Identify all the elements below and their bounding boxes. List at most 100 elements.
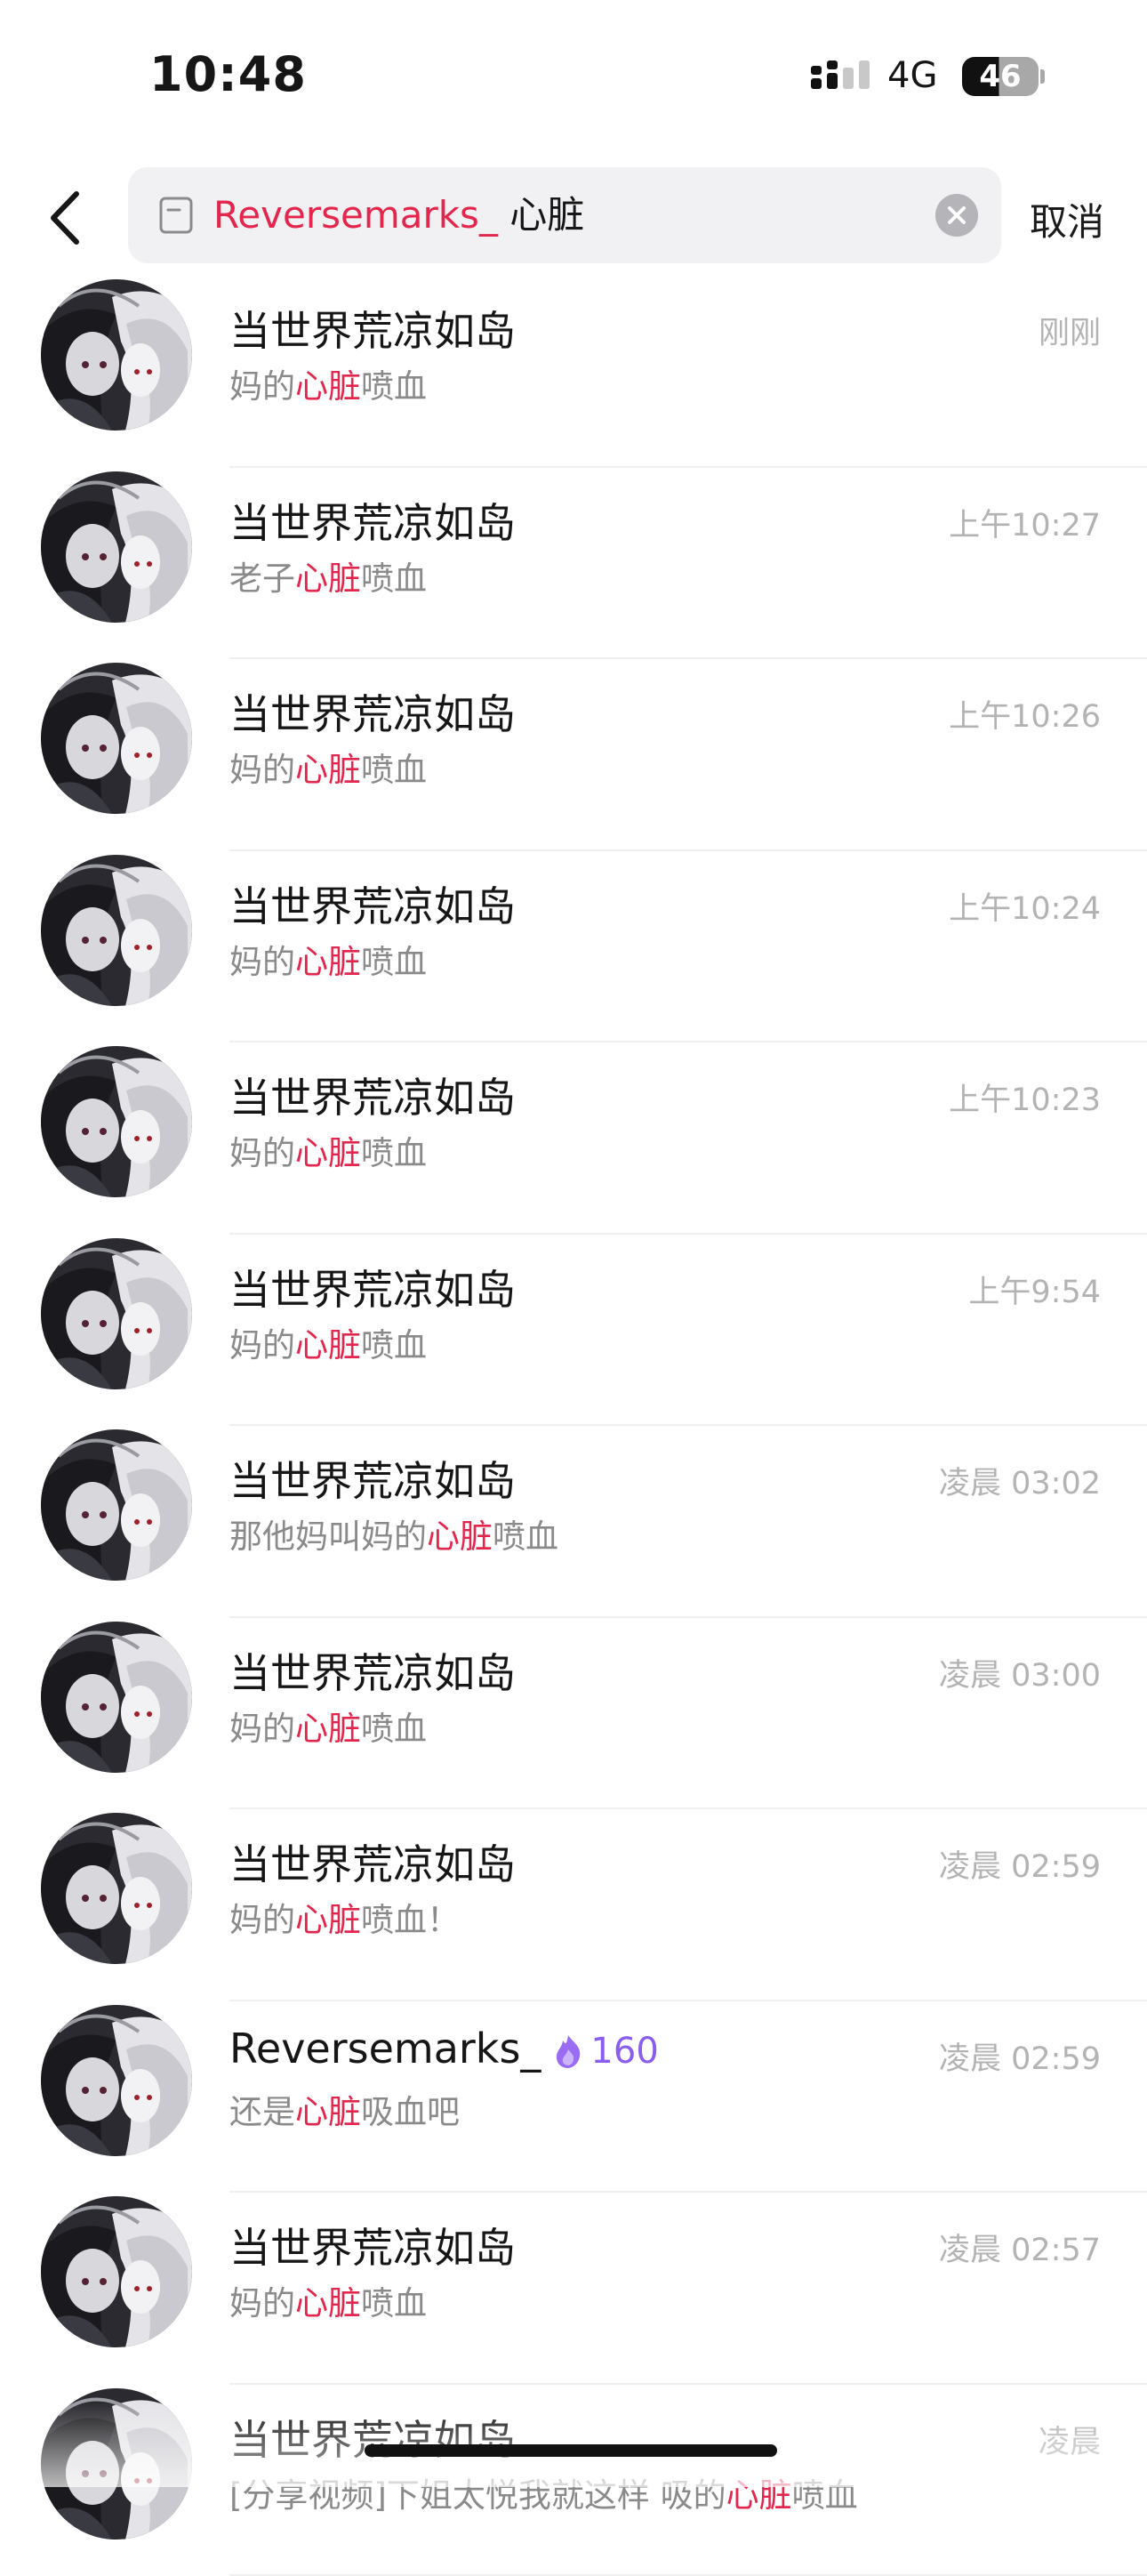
snippet-highlight: 心脏: [295, 559, 361, 598]
message-time: 凌晨 02:59: [939, 1841, 1101, 1887]
search-results-list: 当世界荒凉如岛妈的心脏喷血刚刚当世界荒凉如岛老子心脏喷血上午10:27当世界荒凉…: [0, 276, 1147, 2576]
contact-name: 当世界荒凉如岛: [229, 874, 516, 933]
contact-name-text: 当世界荒凉如岛: [229, 1074, 516, 1122]
chat-result-row[interactable]: 当世界荒凉如岛妈的心脏喷血 凌晨 02:57: [0, 2193, 1147, 2385]
avatar[interactable]: [41, 1238, 192, 1389]
avatar[interactable]: [41, 663, 192, 814]
document-icon: [158, 196, 194, 235]
chat-result-row[interactable]: 当世界荒凉如岛妈的心脏喷血刚刚: [0, 276, 1147, 468]
snippet-suffix: 喷血: [361, 1710, 427, 1748]
snippet-prefix: 妈的: [229, 1134, 295, 1172]
clear-search-icon[interactable]: [935, 194, 978, 237]
snippet-highlight: 心脏: [295, 943, 361, 981]
cellular-signal-icon: [811, 59, 875, 98]
contact-name: 当世界荒凉如岛: [229, 1258, 516, 1316]
avatar[interactable]: [41, 855, 192, 1006]
battery-level: 46: [979, 59, 1021, 94]
avatar[interactable]: [41, 1429, 192, 1581]
snippet-prefix: 妈的: [229, 943, 295, 981]
message-snippet: 妈的心脏喷血: [229, 359, 427, 407]
chat-result-row[interactable]: 当世界荒凉如岛妈的心脏喷血上午9:54: [0, 1235, 1147, 1427]
message-time: 凌晨 02:59: [939, 2033, 1101, 2079]
contact-name-text: 当世界荒凉如岛: [229, 882, 516, 930]
avatar[interactable]: [41, 279, 192, 431]
snippet-suffix: 喷血: [361, 1326, 427, 1364]
contact-name: Reversemarks_160: [229, 2025, 659, 2073]
chat-result-row[interactable]: 当世界荒凉如岛妈的心脏喷血上午10:26: [0, 659, 1147, 851]
snippet-prefix: 妈的: [229, 1710, 295, 1748]
search-query-text: 心脏: [498, 193, 584, 237]
snippet-prefix: 还是: [229, 2093, 295, 2131]
snippet-suffix: 喷血: [493, 1517, 558, 1556]
snippet-suffix: 喷血: [361, 559, 427, 598]
snippet-highlight: 心脏: [295, 1901, 361, 1939]
contact-name: 当世界荒凉如岛: [229, 1832, 516, 1891]
snippet-suffix: 喷血！: [361, 1901, 460, 1939]
message-snippet: 妈的心脏喷血: [229, 2276, 427, 2324]
avatar[interactable]: [41, 1813, 192, 1964]
snippet-suffix: 喷血: [361, 751, 427, 789]
purple-flame-icon: [553, 2033, 583, 2069]
snippet-prefix: 那他妈叫妈的: [229, 1517, 427, 1556]
snippet-highlight: 心脏: [295, 2093, 361, 2131]
avatar[interactable]: [41, 2196, 192, 2347]
snippet-prefix: 妈的: [229, 1326, 295, 1364]
snippet-highlight: 心脏: [295, 1710, 361, 1748]
snippet-highlight: 心脏: [295, 751, 361, 789]
snippet-prefix: 妈的: [229, 751, 295, 789]
status-time: 10:48: [149, 46, 307, 102]
snippet-highlight: 心脏: [295, 1326, 361, 1364]
message-snippet: 妈的心脏喷血: [229, 743, 427, 791]
message-time: 上午10:24: [949, 883, 1101, 929]
message-time: 凌晨 03:00: [939, 1650, 1101, 1695]
home-indicator[interactable]: [365, 2444, 777, 2457]
chat-result-row[interactable]: 当世界荒凉如岛妈的心脏喷血！ 凌晨 02:59: [0, 1809, 1147, 2001]
avatar[interactable]: [41, 1622, 192, 1773]
fan-level-number: 160: [590, 2031, 658, 2072]
contact-name-text: 当世界荒凉如岛: [229, 1457, 516, 1505]
snippet-suffix: 喷血: [361, 943, 427, 981]
snippet-suffix: 吸血吧: [361, 2093, 460, 2131]
snippet-suffix: 喷血: [361, 367, 427, 406]
chat-result-row[interactable]: 当世界荒凉如岛妈的心脏喷血 上午10:23: [0, 1042, 1147, 1235]
snippet-suffix: 喷血: [361, 1134, 427, 1172]
chat-result-row[interactable]: 当世界荒凉如岛妈的心脏喷血 上午10:24: [0, 851, 1147, 1043]
contact-name: 当世界荒凉如岛: [229, 1066, 516, 1124]
cancel-button[interactable]: 取消: [1030, 192, 1104, 246]
contact-name: 当世界荒凉如岛: [229, 2216, 516, 2274]
snippet-highlight: 心脏: [295, 2284, 361, 2322]
battery-tip: [1040, 69, 1045, 84]
chat-result-row[interactable]: Reversemarks_160 还是心脏吸血吧 凌晨 02:59: [0, 2001, 1147, 2194]
chat-result-row[interactable]: 当世界荒凉如岛老子心脏喷血上午10:27: [0, 468, 1147, 660]
avatar[interactable]: [41, 1046, 192, 1197]
message-time: 刚刚: [1039, 308, 1101, 353]
back-arrow-icon[interactable]: [41, 187, 94, 249]
message-time: 凌晨 02:57: [939, 2225, 1101, 2270]
snippet-highlight: 心脏: [427, 1517, 493, 1556]
message-snippet: 那他妈叫妈的心脏喷血: [229, 1509, 558, 1558]
search-query-highlight: Reversemarks_: [213, 193, 498, 237]
status-bar: 10:48 4G 46: [0, 0, 1147, 151]
contact-name-text: 当世界荒凉如岛: [229, 1266, 516, 1314]
snippet-suffix: 喷血: [361, 2284, 427, 2322]
message-time: 凌晨 03:02: [939, 1458, 1101, 1503]
contact-name-text: 当世界荒凉如岛: [229, 690, 516, 738]
snippet-highlight: 心脏: [295, 367, 361, 406]
message-time: 上午9:54: [968, 1267, 1101, 1312]
message-snippet: 妈的心脏喷血: [229, 1702, 427, 1750]
snippet-prefix: 妈的: [229, 1901, 295, 1939]
search-query[interactable]: Reversemarks_ 心脏: [213, 189, 584, 242]
snippet-prefix: 妈的: [229, 367, 295, 406]
search-input[interactable]: Reversemarks_ 心脏: [128, 167, 1001, 263]
chat-result-row[interactable]: 当世界荒凉如岛那他妈叫妈的心脏喷血凌晨 03:02: [0, 1426, 1147, 1618]
message-snippet: 妈的心脏喷血: [229, 1126, 427, 1174]
avatar[interactable]: [41, 2005, 192, 2156]
avatar[interactable]: [41, 471, 192, 623]
chat-result-row[interactable]: 当世界荒凉如岛妈的心脏喷血凌晨 03:00: [0, 1618, 1147, 1810]
contact-name: 当世界荒凉如岛: [229, 491, 516, 550]
network-type: 4G: [887, 55, 937, 96]
search-header: Reversemarks_ 心脏 取消: [0, 160, 1147, 276]
message-snippet: 妈的心脏喷血: [229, 1318, 427, 1366]
contact-name-text: 当世界荒凉如岛: [229, 2224, 516, 2272]
message-time: 上午10:23: [949, 1075, 1101, 1120]
